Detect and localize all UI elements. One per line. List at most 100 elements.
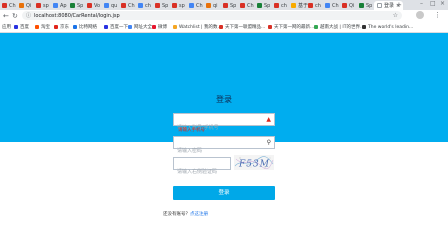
browser-tab[interactable]: Qi (19, 1, 31, 10)
tab-favicon-icon (104, 3, 109, 8)
tab-favicon-icon (325, 3, 330, 8)
browser-toolbar: ← ↻ ⓘ localhost:8080/CarRental/login.jsp… (0, 10, 448, 22)
close-window-icon[interactable]: × (440, 0, 445, 8)
browser-tab[interactable]: Sp (70, 1, 83, 10)
login-title: 登录 (216, 95, 232, 104)
tab-favicon-icon (138, 3, 143, 8)
tab-favicon-icon (240, 3, 245, 8)
browser-tab[interactable]: Ch (189, 1, 203, 10)
address-url[interactable]: localhost:8080/CarRental/login.jsp (34, 13, 120, 19)
browser-tab[interactable]: Sp (257, 1, 270, 10)
browser-tab[interactable]: Sp (359, 1, 372, 10)
browser-tab[interactable]: Ch (121, 1, 135, 10)
tab-favicon-icon (2, 3, 7, 8)
bookmark-favicon-icon (173, 25, 177, 29)
tab-favicon-icon (121, 3, 126, 8)
bookmark-favicon-icon (268, 25, 272, 29)
tab-favicon-icon (189, 3, 194, 8)
browser-tab[interactable]: qi (206, 1, 218, 10)
tab-favicon-icon (359, 3, 364, 8)
captcha-field[interactable] (173, 157, 231, 178)
bookmark-item[interactable]: The world's leadin... (362, 23, 413, 31)
tab-favicon-icon (53, 3, 58, 8)
bookmarks-bar: 应用 百度 淘宝 京东 比特网络 百度一下 网址大全 微博 Watchlist … (0, 22, 448, 33)
bookmark-favicon-icon (35, 25, 39, 29)
browser-tab-strip: Ch Qi sp Ap Sp Vo qu Ch ch Sp sp Ch qi S… (0, 0, 448, 10)
tab-favicon-icon (155, 3, 160, 8)
bookmark-favicon-icon (152, 25, 156, 29)
bookmark-star-icon[interactable]: ☆ (393, 11, 398, 20)
info-icon[interactable]: ⓘ (26, 12, 31, 19)
tab-favicon-icon (291, 3, 296, 8)
bookmark-favicon-icon (362, 25, 366, 29)
tab-favicon-icon (377, 3, 382, 8)
bookmark-item[interactable]: 微博 (152, 23, 167, 31)
browser-tab[interactable]: ch (274, 1, 287, 10)
tab-favicon-icon (342, 3, 347, 8)
maximize-icon[interactable]: □ (430, 0, 436, 8)
browser-tab[interactable]: Sp (223, 1, 236, 10)
bookmark-favicon-icon (314, 25, 318, 29)
tab-favicon-icon (308, 3, 313, 8)
browser-tab[interactable]: ch (308, 1, 321, 10)
user-icon: ▲ (266, 116, 271, 123)
password-field[interactable]: ⚲ (173, 136, 275, 157)
browser-tab[interactable]: 基于 (291, 1, 308, 10)
profile-avatar[interactable] (416, 11, 424, 19)
bookmark-item[interactable]: 天下第一联盟精品... (219, 23, 265, 31)
tab-favicon-icon (87, 3, 92, 8)
tab-favicon-icon (206, 3, 211, 8)
tab-favicon-icon (70, 3, 75, 8)
minimize-icon[interactable]: – (420, 0, 423, 8)
captcha-text: F53M (238, 160, 270, 170)
bookmark-item[interactable]: 百度一下 (104, 23, 128, 31)
browser-tab[interactable]: Qi (342, 1, 354, 10)
new-tab-button[interactable]: + (396, 1, 402, 9)
bookmark-favicon-icon (104, 25, 108, 29)
tab-favicon-icon (223, 3, 228, 8)
bookmark-item[interactable]: Watchlist | 我的数... (173, 23, 222, 31)
browser-tab[interactable]: ch (138, 1, 151, 10)
bookmark-item[interactable]: 越南大战 | IT的世界... (314, 23, 364, 31)
browser-tab[interactable]: sp (172, 1, 185, 10)
bookmark-favicon-icon (73, 25, 77, 29)
browser-tab[interactable]: Ap (53, 1, 67, 10)
browser-menu-icon[interactable]: ⋮ (434, 10, 441, 20)
register-prompt: 还没有账号？点这注册 (163, 211, 208, 217)
address-bar[interactable]: ⓘ localhost:8080/CarRental/login.jsp ☆ (22, 11, 402, 20)
tab-favicon-icon (257, 3, 262, 8)
register-prompt-text: 还没有账号？ (163, 212, 190, 217)
browser-tab[interactable]: Sp (155, 1, 168, 10)
tab-favicon-icon (19, 3, 24, 8)
browser-tab[interactable]: sp (36, 1, 49, 10)
browser-tab[interactable]: Vo (87, 1, 100, 10)
browser-tab[interactable]: Ch (325, 1, 339, 10)
browser-tab[interactable]: Ch (2, 1, 16, 10)
bookmark-item[interactable]: 淘宝 (35, 23, 50, 31)
bookmark-favicon-icon (54, 25, 58, 29)
bookmark-item[interactable]: 网址大全 (128, 23, 152, 31)
bookmark-item[interactable]: 应用 (2, 23, 11, 31)
captcha-input[interactable] (174, 166, 231, 178)
tab-favicon-icon (172, 3, 177, 8)
reload-icon[interactable]: ↻ (12, 12, 18, 20)
bookmark-item[interactable]: 京东 (54, 23, 69, 31)
login-button[interactable]: 登录 (173, 186, 275, 200)
captcha-image[interactable]: F53M (234, 155, 274, 170)
tab-favicon-icon (274, 3, 279, 8)
bookmark-item[interactable]: 比特网络 (73, 23, 97, 31)
bookmark-favicon-icon (14, 25, 18, 29)
login-page: 登录 ▲ 请输入手机号 ⚲ F53M 登录 还没有账号？点这注册 (0, 33, 448, 252)
back-icon[interactable]: ← (3, 12, 9, 20)
username-field[interactable]: ▲ (173, 113, 275, 134)
username-error-message: 请输入手机号 (178, 128, 205, 133)
tab-favicon-icon (36, 3, 41, 8)
register-link[interactable]: 点这注册 (190, 212, 208, 217)
bookmark-favicon-icon (128, 25, 132, 29)
bookmark-item[interactable]: 天下第一网的最新... (268, 23, 314, 31)
browser-tab[interactable]: Ch (240, 1, 254, 10)
bookmark-item[interactable]: 百度 (14, 23, 29, 31)
browser-tab[interactable]: qu (104, 1, 117, 10)
key-icon: ⚲ (266, 139, 271, 146)
bookmark-favicon-icon (219, 25, 223, 29)
